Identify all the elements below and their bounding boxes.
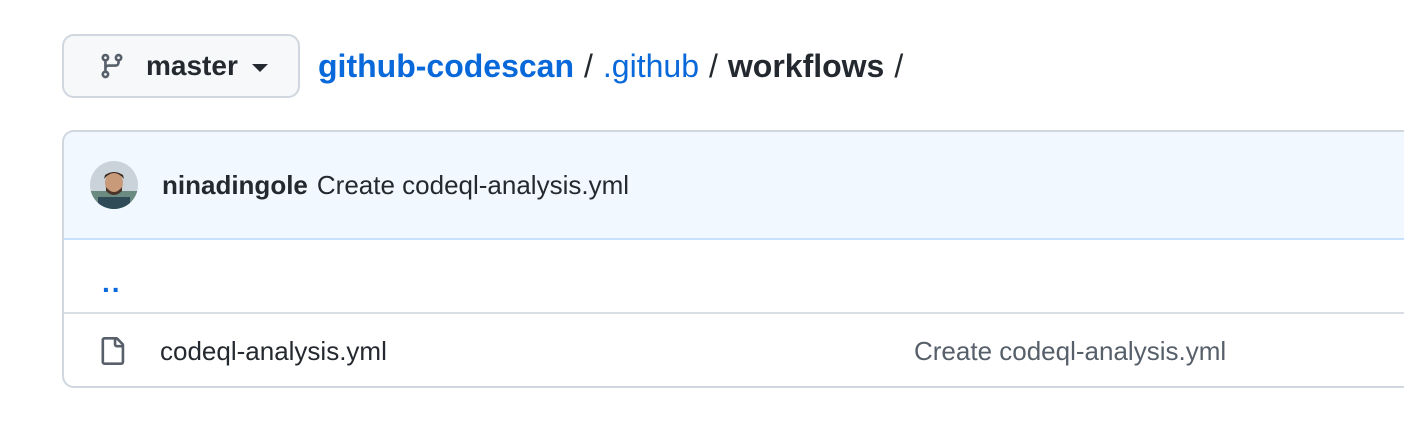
breadcrumb-separator: / (894, 47, 904, 84)
breadcrumb-github-folder-link[interactable]: .github (603, 48, 699, 85)
git-branch-icon (98, 50, 126, 82)
file-icon (98, 335, 126, 367)
commit-author-link[interactable]: ninadingole (162, 170, 308, 201)
breadcrumb-current-folder: workflows (727, 47, 885, 84)
file-commit-message-link[interactable]: Create codeql-analysis.yml (914, 336, 1226, 367)
file-row[interactable]: codeql-analysis.yml Create codeql-analys… (64, 314, 1404, 386)
avatar[interactable] (90, 161, 138, 209)
latest-commit-header: ninadingole Create codeql-analysis.yml (64, 132, 1404, 240)
parent-directory-row[interactable]: .. (64, 240, 1404, 314)
branch-select-button[interactable]: master (62, 34, 300, 98)
breadcrumb-repo-link[interactable]: github-codescan (318, 48, 574, 85)
branch-name: master (146, 50, 238, 81)
commit-message-link[interactable]: Create codeql-analysis.yml (317, 170, 629, 201)
chevron-down-icon (251, 64, 268, 72)
repo-navigation-bar: master github-codescan / .github / workf… (62, 34, 913, 98)
breadcrumb-separator: / (584, 47, 593, 84)
file-name-link[interactable]: codeql-analysis.yml (160, 336, 387, 367)
breadcrumb-separator: / (708, 47, 718, 84)
parent-directory-link[interactable]: .. (102, 267, 122, 299)
file-list-box: ninadingole Create codeql-analysis.yml .… (62, 130, 1404, 388)
breadcrumb: github-codescan / .github / workflows / (318, 48, 913, 85)
